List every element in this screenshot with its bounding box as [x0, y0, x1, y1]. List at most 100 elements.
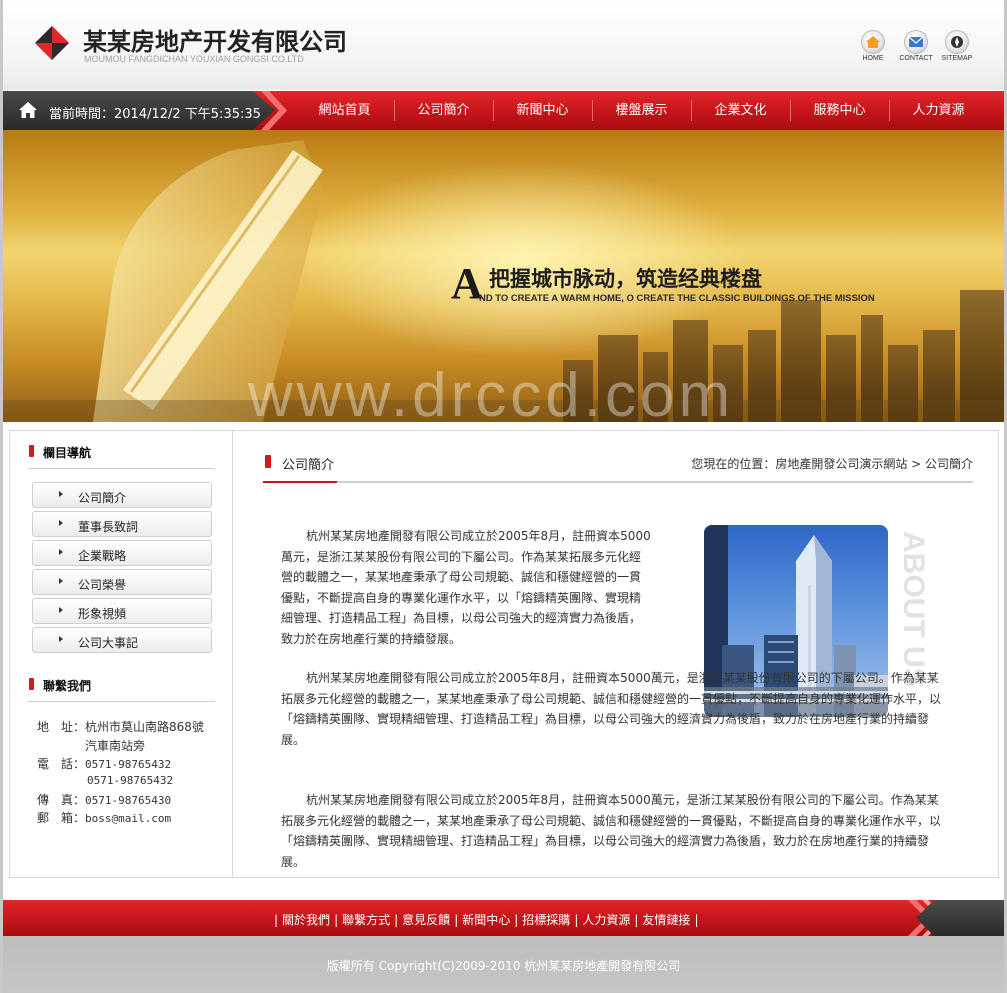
- main-navigation: 當前時間：2014/12/2 下午5:35:35 網站首頁 公司簡介 新聞中心 …: [3, 91, 1004, 130]
- footer-link-news[interactable]: 新聞中心: [462, 913, 510, 927]
- contact-phone-1: 0571-98765432: [85, 758, 172, 771]
- sidebar-item-chairman-speech[interactable]: 董事長致詞: [32, 511, 212, 537]
- arrow-right-icon: [59, 520, 63, 526]
- current-time-text: 當前時間：2014/12/2 下午5:35:35: [49, 107, 261, 122]
- chevron-decoration-icon: [261, 91, 287, 130]
- footer-separator: |: [274, 913, 279, 927]
- page: 某某房地产开发有限公司 MOUMOU FANGDICHAN YOUXIAN GO…: [3, 0, 1004, 993]
- content-paragraph-text: 杭州某某房地產開發有限公司成立於2005年8月，註冊資本5000萬元，是浙江某某…: [281, 671, 942, 747]
- footer-link-about[interactable]: 關於我們: [282, 913, 330, 927]
- footer-link-procurement[interactable]: 招標採購: [522, 913, 570, 927]
- sitemap-icon: [945, 30, 969, 54]
- banner-watermark: www.drccd.com: [248, 361, 735, 422]
- contact-phone-2: 0571-98765432: [87, 774, 174, 787]
- sidebar-nav-heading: 欄目導航: [28, 443, 215, 469]
- home-icon: [861, 30, 885, 54]
- footer-links: | 關於我們 | 聯繫方式 | 意見反饋 | 新聞中心 | 招標採購 | 人力資源 | 友情鏈接 |: [270, 911, 702, 928]
- slogan-chinese: 把握城市脉动，筑造经典楼盘: [489, 267, 762, 291]
- sidebar-item-strategy[interactable]: 企業戰略: [32, 540, 212, 566]
- top-link-sitemap[interactable]: SITEMAP: [937, 30, 977, 62]
- contact-address-line2: 汽車南站旁: [85, 739, 146, 753]
- sidebar-item-label: 形象視頻: [78, 607, 127, 621]
- contact-email-value[interactable]: boss@mail.com: [85, 812, 171, 825]
- sidebar-item-label: 公司大事記: [78, 636, 139, 650]
- sidebar-item-label: 公司榮譽: [78, 578, 127, 592]
- sidebar-nav-title: 欄目導航: [43, 446, 92, 460]
- footer-separator: |: [634, 913, 639, 927]
- title-marker-icon: [265, 455, 271, 468]
- nav-item-company-profile[interactable]: 公司簡介: [394, 91, 493, 130]
- footer-separator: |: [514, 913, 519, 927]
- sidebar-item-label: 董事長致詞: [78, 520, 139, 534]
- company-name[interactable]: 某某房地产开发有限公司: [83, 22, 347, 57]
- mail-icon: [904, 30, 928, 54]
- slogan-english: ND TO CREATE A WARM HOME, O CREATE THE C…: [479, 293, 875, 303]
- contact-email: 郵 箱：boss@mail.com: [37, 809, 171, 826]
- arrow-right-icon: [59, 491, 63, 497]
- sidebar-contact-title: 聯繫我們: [43, 679, 92, 693]
- logo-diamond-icon[interactable]: [35, 26, 69, 60]
- sidebar-item-company-profile[interactable]: 公司簡介: [32, 482, 212, 508]
- title-underline: [263, 481, 337, 483]
- contact-phone-2-row: 0571-98765432: [87, 773, 173, 787]
- header: 某某房地产开发有限公司 MOUMOU FANGDICHAN YOUXIAN GO…: [3, 0, 1004, 90]
- sidebar-item-honors[interactable]: 公司榮譽: [32, 569, 212, 595]
- content-paragraph: 杭州某某房地產開發有限公司成立於2005年8月，註冊資本5000萬元，是浙江某某…: [281, 668, 946, 750]
- hero-banner: A 把握城市脉动，筑造经典楼盘 ND TO CREATE A WARM HOME…: [3, 130, 1004, 422]
- home-icon[interactable]: [18, 101, 38, 119]
- contact-fax-label: 傳 真：: [37, 793, 86, 807]
- contact-phone: 電 話：0571-98765432: [37, 755, 171, 772]
- footer-separator: |: [334, 913, 339, 927]
- footer-link-hr[interactable]: 人力資源: [582, 913, 630, 927]
- top-link-sitemap-label: SITEMAP: [941, 55, 973, 62]
- footer-link-friends[interactable]: 友情鏈接: [642, 913, 690, 927]
- top-link-home-label: HOME: [862, 55, 884, 62]
- sidebar-item-label: 公司簡介: [78, 491, 127, 505]
- company-name-english: MOUMOU FANGDICHAN YOUXIAN GONGSI CO.LTD: [84, 54, 304, 64]
- content-paragraph: 杭州某某房地產開發有限公司成立於2005年8月，註冊資本5000萬元，是浙江某某…: [281, 529, 651, 646]
- sidebar-item-milestones[interactable]: 公司大事記: [32, 627, 212, 653]
- footer-link-contact[interactable]: 聯繫方式: [342, 913, 390, 927]
- nav-item-news[interactable]: 新聞中心: [493, 91, 592, 130]
- top-link-contact[interactable]: CONTACT: [896, 30, 936, 62]
- footer-separator: |: [574, 913, 579, 927]
- footer-link-feedback[interactable]: 意見反饋: [402, 913, 450, 927]
- current-time-box: 當前時間：2014/12/2 下午5:35:35: [3, 91, 275, 130]
- contact-address: 地 址：杭州市莫山南路868號: [37, 718, 204, 735]
- footer-separator: |: [394, 913, 399, 927]
- footer: 版權所有 Copyright(C)2009-2010 杭州某某房地產開發有限公司: [3, 936, 1004, 993]
- page-title: 公司簡介: [282, 458, 335, 473]
- main-header: 公司簡介 您現在的位置：房地產開發公司演示網站 > 公司簡介: [263, 451, 973, 483]
- arrow-right-icon: [59, 636, 63, 642]
- nav-item-culture[interactable]: 企業文化: [691, 91, 790, 130]
- content-paragraph: 杭州某某房地產開發有限公司成立於2005年8月，註冊資本5000萬元，是浙江某某…: [281, 793, 942, 869]
- sidebar-item-video[interactable]: 形象視頻: [32, 598, 212, 624]
- contact-fax: 傳 真：0571-98765430: [37, 791, 171, 808]
- top-link-home[interactable]: HOME: [853, 30, 893, 62]
- arrow-right-icon: [59, 607, 63, 613]
- nav-item-home[interactable]: 網站首頁: [295, 91, 394, 130]
- footer-navigation: | 關於我們 | 聯繫方式 | 意見反饋 | 新聞中心 | 招標採購 | 人力資源 | 友情鏈接 |: [3, 900, 1004, 936]
- footer-separator: |: [694, 913, 699, 927]
- heading-marker-icon: [29, 678, 34, 690]
- nav-item-hr[interactable]: 人力資源: [889, 91, 988, 130]
- arrow-right-icon: [59, 578, 63, 584]
- copyright-text: 版權所有 Copyright(C)2009-2010 杭州某某房地產開發有限公司: [326, 959, 681, 973]
- contact-phone-label: 電 話：: [37, 757, 86, 771]
- slogan-initial: A: [451, 259, 483, 308]
- breadcrumb: 您現在的位置：房地產開發公司演示網站 > 公司簡介: [691, 457, 973, 471]
- about-us-text: ABOUT US: [898, 531, 930, 688]
- contact-address-line2-row: 汽車南站旁: [85, 737, 145, 754]
- nav-item-service[interactable]: 服務中心: [790, 91, 889, 130]
- sidebar-item-label: 企業戰略: [78, 549, 127, 563]
- nav-item-properties[interactable]: 樓盤展示: [592, 91, 691, 130]
- top-link-contact-label: CONTACT: [899, 55, 933, 62]
- content-area: 欄目導航 公司簡介 董事長致詞 企業戰略 公司榮譽 形象視頻 公司大事記 聯繫我…: [9, 430, 999, 878]
- contact-email-label: 郵 箱：: [37, 811, 86, 825]
- nav-menu: 網站首頁 公司簡介 新聞中心 樓盤展示 企業文化 服務中心 人力資源: [295, 91, 988, 130]
- arrow-right-icon: [59, 549, 63, 555]
- contact-address-line1: 杭州市莫山南路868號: [85, 720, 204, 734]
- contact-fax-value: 0571-98765430: [85, 794, 172, 807]
- sidebar: 欄目導航 公司簡介 董事長致詞 企業戰略 公司榮譽 形象視頻 公司大事記 聯繫我…: [10, 431, 233, 877]
- sidebar-contact-heading: 聯繫我們: [28, 676, 215, 702]
